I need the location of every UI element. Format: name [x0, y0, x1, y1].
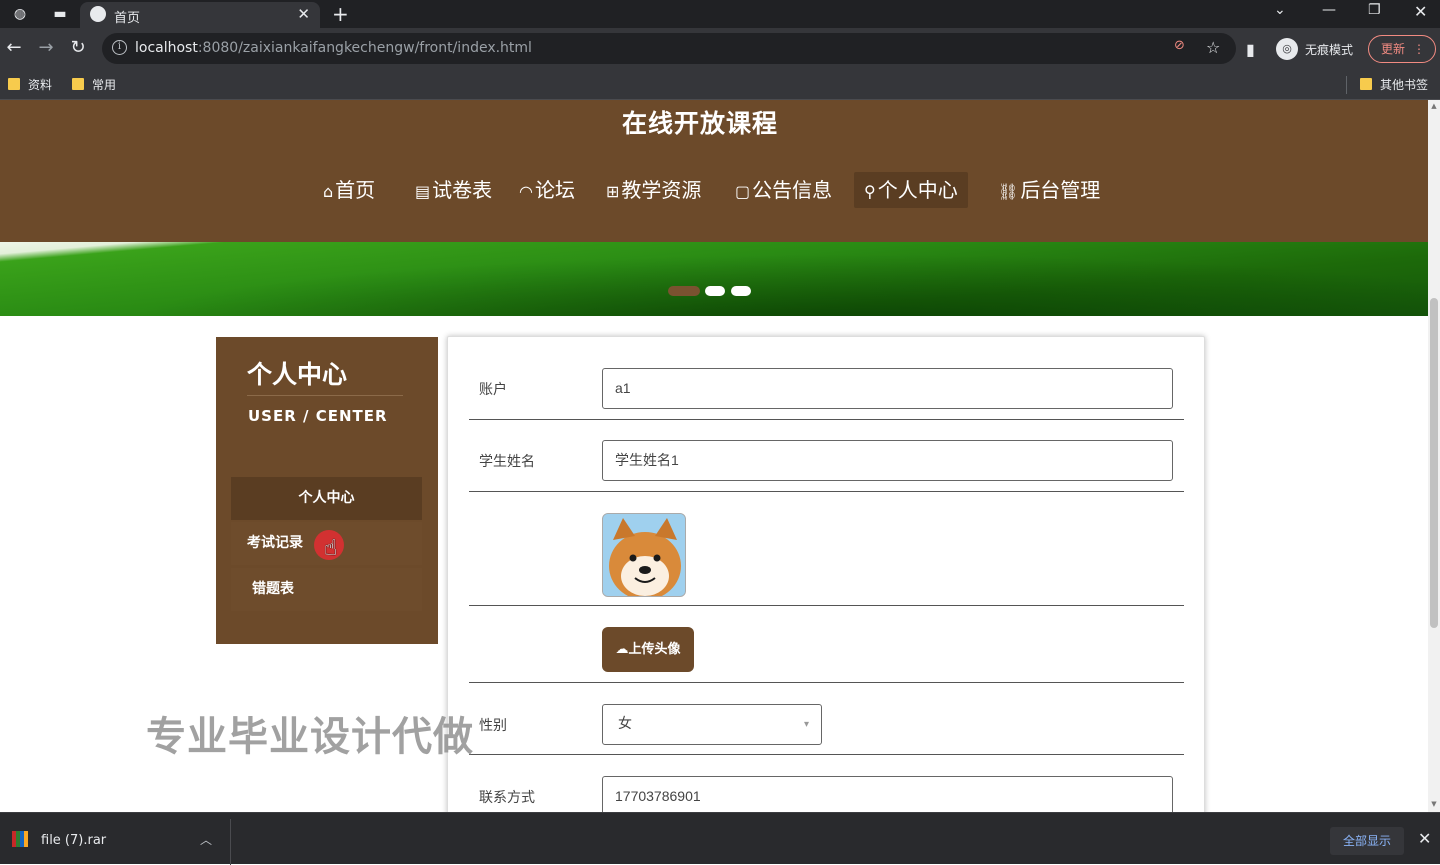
other-bookmarks[interactable]: 其他书签	[1360, 76, 1428, 93]
user-icon: ⚲	[864, 182, 876, 201]
divider	[469, 605, 1184, 606]
site-title: 在线开放课程	[621, 109, 778, 138]
carousel-dot-active[interactable]	[668, 286, 700, 296]
phone-input[interactable]: 17703786901	[602, 776, 1173, 812]
divider	[469, 682, 1184, 683]
student-name-input[interactable]: 学生姓名1	[602, 440, 1173, 481]
nav-item-resources[interactable]: ⊞ 教学资源	[596, 172, 711, 208]
download-item[interactable]: file (7).rar	[41, 833, 106, 848]
bookmark-folder[interactable]: 常用	[72, 76, 116, 93]
divider	[230, 819, 231, 865]
sidebar-item-wrong-questions[interactable]: 错题表	[231, 568, 422, 611]
nav-item-home[interactable]: ⌂ 首页	[313, 172, 385, 208]
close-icon[interactable]: ✕	[297, 5, 310, 23]
address-bar[interactable]: i localhost:8080/zaixiankaifangkechengw/…	[102, 33, 1236, 64]
globe-icon[interactable]: ◍	[10, 4, 30, 24]
divider	[1346, 76, 1347, 94]
divider	[469, 491, 1184, 492]
browser-tab-active[interactable]: 首页 ✕	[80, 2, 320, 28]
nav-item-exam-papers[interactable]: ▤ 试卷表	[405, 172, 502, 208]
chevron-down-icon[interactable]: ⌄	[1274, 2, 1286, 18]
watermark-overlay: 专业毕业设计代做	[146, 714, 474, 760]
gender-select[interactable]: 女 ▾	[602, 704, 822, 745]
grid-icon: ⊞	[606, 182, 620, 201]
restore-icon[interactable]: ❐	[1368, 2, 1381, 18]
globe-icon	[90, 6, 106, 22]
side-panel-icon[interactable]: ▮	[1246, 40, 1255, 59]
close-icon[interactable]: ✕	[1418, 829, 1431, 848]
document-icon: ▢	[735, 182, 751, 201]
student-name-label: 学生姓名	[479, 454, 535, 470]
chevron-up-icon[interactable]: ︿	[200, 831, 212, 848]
page-viewport: 在线开放课程 ⌂ 首页 ▤ 试卷表 ◠ 论坛 ⊞ 教学资源 ▢ 公告信息 ⚲ 个人中心 ⛓ 后…	[0, 100, 1428, 812]
page-scrollbar[interactable]: ▲ ▼	[1428, 100, 1440, 812]
nav-item-admin[interactable]: ⛓ 后台管理	[988, 172, 1110, 208]
carousel-dot[interactable]	[705, 286, 725, 296]
download-bar: file (7).rar ︿ 全部显示 ✕	[0, 812, 1440, 865]
scroll-thumb[interactable]	[1430, 298, 1438, 628]
update-button[interactable]: 更新 ⋮	[1368, 35, 1436, 63]
show-all-downloads-button[interactable]: 全部显示	[1330, 827, 1404, 855]
blocked-icon[interactable]: ⊘	[1174, 38, 1185, 53]
bookmark-folder[interactable]: 资料	[8, 76, 52, 93]
folder-icon	[1360, 78, 1372, 90]
sidebar-title: 个人中心	[247, 360, 348, 389]
browser-tab-bar: ◍ ▬ 首页 ✕ + ⌄ — ❐ ✕	[0, 0, 1440, 28]
divider	[247, 395, 403, 396]
user-center-sidebar: 个人中心 USER / CENTER 个人中心 考试记录 错题表	[216, 337, 438, 644]
incognito-label: 无痕模式	[1305, 43, 1354, 57]
incognito-icon[interactable]: ◎	[1276, 38, 1298, 60]
site-header: 在线开放课程 ⌂ 首页 ▤ 试卷表 ◠ 论坛 ⊞ 教学资源 ▢ 公告信息 ⚲ 个人中心 ⛓ 后…	[0, 100, 1428, 242]
folder-icon	[72, 78, 84, 90]
forward-icon[interactable]: →	[34, 37, 58, 58]
gift-icon: ▤	[415, 182, 431, 201]
site-nav: ⌂ 首页 ▤ 试卷表 ◠ 论坛 ⊞ 教学资源 ▢ 公告信息 ⚲ 个人中心 ⛓ 后台管理	[0, 172, 1428, 212]
hand-cursor-icon: ☝	[324, 536, 338, 561]
nav-item-forum[interactable]: ◠ 论坛	[509, 172, 585, 208]
star-icon[interactable]: ☆	[1206, 38, 1220, 57]
back-icon[interactable]: ←	[2, 37, 26, 58]
close-window-icon[interactable]: ✕	[1414, 2, 1427, 21]
account-input[interactable]: a1	[602, 368, 1173, 409]
gender-label: 性别	[479, 718, 507, 734]
reload-icon[interactable]: ↻	[66, 37, 90, 58]
carousel-dot[interactable]	[731, 286, 751, 296]
archive-file-icon	[12, 831, 28, 847]
link-icon: ⛓	[998, 182, 1019, 201]
nav-item-notices[interactable]: ▢ 公告信息	[725, 172, 842, 208]
new-tab-button[interactable]: +	[332, 2, 349, 26]
sidebar-item-user-center[interactable]: 个人中心	[231, 477, 422, 520]
home-icon: ⌂	[323, 182, 334, 201]
divider	[469, 754, 1184, 755]
tab-title: 首页	[114, 11, 141, 26]
nav-item-user-center[interactable]: ⚲ 个人中心	[854, 172, 968, 208]
divider	[469, 419, 1184, 420]
folder-icon	[8, 78, 20, 90]
chevron-down-icon: ▾	[803, 719, 809, 730]
cloud-icon: ◠	[519, 182, 533, 201]
account-label: 账户	[479, 382, 507, 398]
banner-carousel	[0, 242, 1428, 316]
cloud-upload-icon: ☁	[615, 642, 629, 657]
info-icon[interactable]: i	[112, 40, 127, 55]
profile-form: 账户 a1 学生姓名 学生姓名1 ☁上传头像 性别 女 ▾ 联系方式 17703…	[447, 336, 1205, 812]
scroll-up-icon[interactable]: ▲	[1430, 102, 1438, 110]
scroll-down-icon[interactable]: ▼	[1430, 800, 1438, 808]
bookmarks-bar: 资料 常用 其他书签	[0, 70, 1440, 100]
sidebar-subtitle: USER / CENTER	[248, 407, 388, 425]
tab-window-icon[interactable]: ▬	[50, 4, 70, 24]
browser-toolbar: ← → ↻ i localhost:8080/zaixiankaifangkec…	[0, 28, 1440, 70]
url-text: localhost:8080/zaixiankaifangkechengw/fr…	[135, 40, 532, 56]
phone-label: 联系方式	[479, 790, 535, 806]
avatar	[602, 513, 686, 597]
banner-image	[0, 242, 1428, 316]
upload-avatar-button[interactable]: ☁上传头像	[602, 627, 694, 672]
menu-icon: ⋮	[1413, 42, 1425, 56]
minimize-icon[interactable]: —	[1322, 2, 1336, 18]
